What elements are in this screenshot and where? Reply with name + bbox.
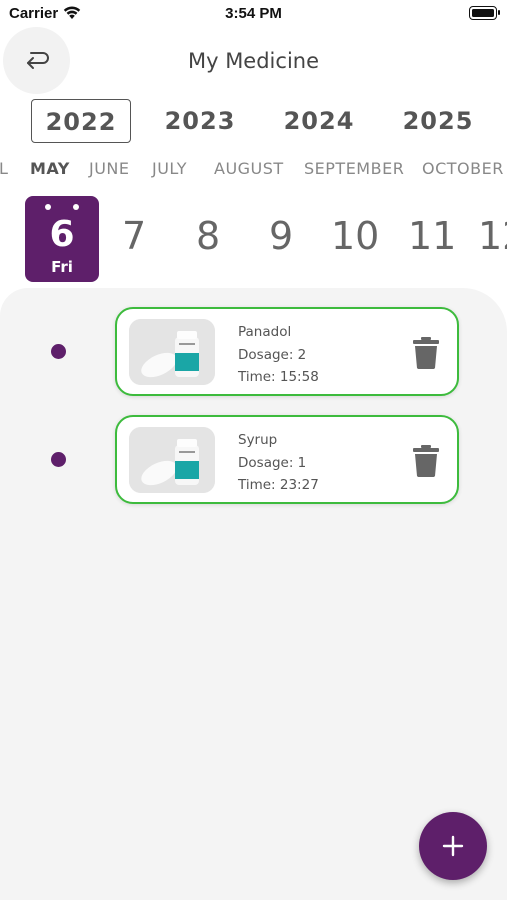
status-bar: Carrier 3:54 PM	[0, 0, 507, 28]
day-12[interactable]: 12	[478, 214, 507, 258]
day-9[interactable]: 9	[269, 214, 293, 258]
day-11[interactable]: 11	[408, 214, 456, 258]
year-2025[interactable]: 2025	[388, 99, 488, 143]
calendar-ring-dot	[45, 204, 51, 210]
day-8[interactable]: 8	[196, 214, 220, 258]
month-october[interactable]: OCTOBER	[422, 159, 504, 178]
day-10[interactable]: 10	[331, 214, 379, 258]
month-may[interactable]: MAY	[30, 159, 70, 178]
medicine-name: Panadol	[238, 324, 292, 340]
medicine-image	[129, 319, 215, 385]
calendar-ring-dot	[73, 204, 79, 210]
medicine-info: Syrup Dosage: 1 Time: 23:27	[238, 429, 319, 497]
year-2024[interactable]: 2024	[269, 99, 369, 143]
medicine-image	[129, 427, 215, 493]
page-title: My Medicine	[187, 49, 320, 73]
month-july[interactable]: JULY	[152, 159, 187, 178]
month-selector: L MAY JUNE JULY AUGUST SEPTEMBER OCTOBER	[0, 159, 507, 181]
medicine-time: Time: 15:58	[238, 369, 319, 385]
plus-icon	[442, 835, 464, 857]
medicine-card[interactable]: Syrup Dosage: 1 Time: 23:27	[115, 415, 459, 504]
timeline-dot	[51, 344, 66, 359]
month-april-partial[interactable]: L	[0, 159, 8, 178]
day-selector: 6 Fri 7 8 9 10 11 12	[0, 196, 507, 284]
month-june[interactable]: JUNE	[89, 159, 130, 178]
trash-icon[interactable]	[413, 337, 439, 369]
medicine-info: Panadol Dosage: 2 Time: 15:58	[238, 321, 319, 389]
trash-icon[interactable]	[413, 445, 439, 477]
add-medicine-button[interactable]	[419, 812, 487, 880]
day-6-selected[interactable]: 6 Fri	[25, 196, 99, 282]
year-2022[interactable]: 2022	[31, 99, 131, 143]
month-september[interactable]: SEPTEMBER	[304, 159, 404, 178]
medicine-card[interactable]: Panadol Dosage: 2 Time: 15:58	[115, 307, 459, 396]
month-august[interactable]: AUGUST	[214, 159, 284, 178]
day-7[interactable]: 7	[122, 214, 146, 258]
year-2023[interactable]: 2023	[150, 99, 250, 143]
medicine-name: Syrup	[238, 432, 278, 448]
medicine-time: Time: 23:27	[238, 477, 319, 493]
selected-day-weekday: Fri	[51, 258, 73, 276]
status-time: 3:54 PM	[225, 5, 282, 22]
selected-day-number: 6	[49, 214, 75, 255]
medicine-dosage: Dosage: 2	[238, 346, 307, 363]
year-selector: 2022 2023 2024 2025	[0, 99, 507, 143]
timeline-dot	[51, 452, 66, 467]
medicine-dosage: Dosage: 1	[238, 454, 307, 471]
battery-icon	[469, 6, 500, 20]
